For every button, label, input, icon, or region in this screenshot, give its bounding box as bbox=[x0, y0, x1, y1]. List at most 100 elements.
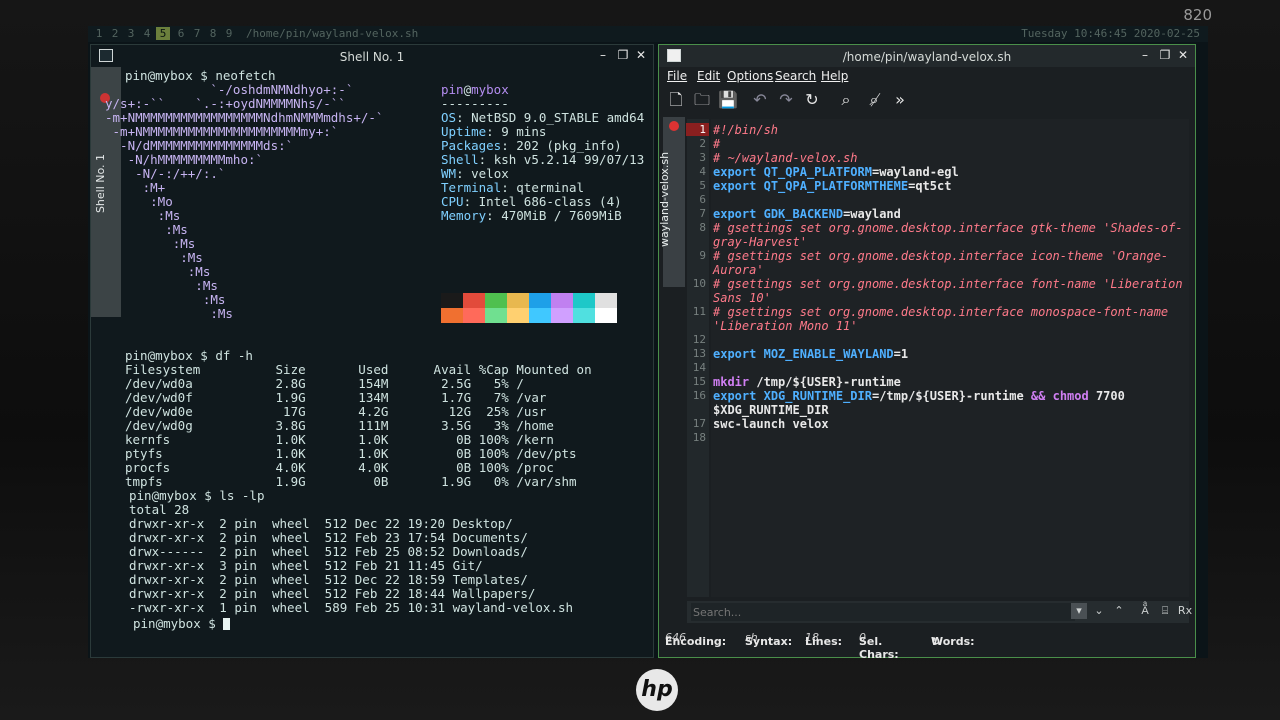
df-header: Filesystem Size Used Avail %Cap Mounted … bbox=[125, 362, 592, 377]
terminal-titlebar[interactable]: Shell No. 1 – ❐ ✕ bbox=[91, 45, 653, 67]
workspace-8[interactable]: 8 bbox=[206, 27, 220, 40]
regex-icon[interactable]: Rx bbox=[1177, 603, 1193, 619]
line-number: 8 bbox=[699, 221, 706, 234]
df-row: ptyfs 1.0K 1.0K 0B 100% /dev/pts bbox=[125, 446, 577, 461]
terminal-line: pin@mybox $ ls -lp bbox=[129, 488, 265, 503]
editor-title: /home/pin/wayland-velox.sh bbox=[842, 50, 1012, 64]
code-line: swc-launch velox bbox=[713, 417, 829, 431]
minimize-icon[interactable]: – bbox=[597, 49, 609, 61]
df-row: /dev/wd0f 1.9G 134M 1.7G 7% /var bbox=[125, 390, 547, 405]
model-number: 820 bbox=[1183, 6, 1212, 24]
palette-swatch bbox=[485, 308, 507, 323]
monitor-bezel: 820 1 2 3 4 5 6 7 8 9 /home/pin/wayland-… bbox=[0, 0, 1280, 720]
workspace-7[interactable]: 7 bbox=[190, 27, 204, 40]
ascii-art-line: :Ms bbox=[105, 292, 226, 307]
redo-icon[interactable]: ↷ bbox=[775, 89, 797, 111]
save-icon[interactable]: 💾 bbox=[717, 89, 739, 111]
menu-help[interactable]: Help bbox=[821, 69, 848, 83]
tab-close-icon[interactable] bbox=[669, 121, 679, 131]
workspace-6[interactable]: 6 bbox=[174, 27, 188, 40]
menu-search[interactable]: Search bbox=[775, 69, 816, 83]
status-lines: Lines: 18 bbox=[805, 631, 843, 648]
more-icon[interactable]: » bbox=[889, 89, 911, 111]
palette-swatch bbox=[551, 308, 573, 323]
status-bar: Encoding: 646 Syntax: sh Lines: 18 Sel. … bbox=[665, 631, 975, 658]
df-row: /dev/wd0e 17G 4.2G 12G 25% /usr bbox=[125, 404, 547, 419]
workspace-5[interactable]: 5 bbox=[156, 27, 170, 40]
palette-swatch bbox=[463, 308, 485, 323]
editor-window: /home/pin/wayland-velox.sh – ❐ ✕ File Ed… bbox=[658, 44, 1196, 658]
line-number: 2 bbox=[699, 137, 706, 150]
close-icon[interactable]: ✕ bbox=[1177, 49, 1189, 61]
code-line: export XDG_RUNTIME_DIR=/tmp/${USER}-runt… bbox=[713, 389, 1125, 403]
ls-row: -rwxr-xr-x 1 pin wheel 589 Feb 25 10:31 … bbox=[129, 600, 574, 615]
search-history-dropdown-icon[interactable]: ▾ bbox=[1071, 603, 1087, 619]
ascii-art-line: :Ms bbox=[105, 222, 188, 237]
terminal-prompt-line[interactable]: pin@mybox $ bbox=[133, 617, 231, 631]
line-number: 18 bbox=[692, 431, 706, 444]
line-number: 7 bbox=[699, 207, 706, 220]
find-replace-icon[interactable]: ⌕̸ bbox=[863, 89, 885, 111]
find-icon[interactable]: ⌕ bbox=[835, 89, 857, 111]
ascii-art-line: :Mo bbox=[105, 194, 173, 209]
code-line-wrap: 'Liberation Mono 11' bbox=[713, 319, 858, 333]
match-case-icon[interactable]: Aͣ bbox=[1137, 603, 1153, 619]
find-next-icon[interactable]: ⌄ bbox=[1091, 603, 1107, 619]
code-line: # gsettings set org.gnome.desktop.interf… bbox=[713, 277, 1183, 291]
palette-swatch bbox=[441, 308, 463, 323]
code-line: mkdir /tmp/${USER}-runtime bbox=[713, 375, 901, 389]
ls-row: drwxr-xr-x 2 pin wheel 512 Dec 22 18:59 … bbox=[129, 572, 528, 587]
neofetch-packages: Packages: 202 (pkg_info) bbox=[441, 138, 622, 153]
editor-titlebar[interactable]: /home/pin/wayland-velox.sh – ❐ ✕ bbox=[659, 45, 1195, 67]
workspace-3[interactable]: 3 bbox=[124, 27, 138, 40]
palette-swatch bbox=[463, 293, 485, 308]
neofetch-wm: WM: velox bbox=[441, 166, 509, 181]
line-number: 13 bbox=[692, 347, 706, 360]
ascii-art-line: :M+ bbox=[105, 180, 166, 195]
workspace-2[interactable]: 2 bbox=[108, 27, 122, 40]
status-encoding: Encoding: 646 bbox=[665, 631, 727, 648]
line-number: 1 bbox=[686, 123, 709, 136]
code-editor[interactable]: #!/bin/sh # # ~/wayland-velox.sh export … bbox=[711, 119, 1189, 597]
focused-window-title: /home/pin/wayland-velox.sh bbox=[246, 27, 419, 40]
menu-file[interactable]: File bbox=[667, 69, 687, 83]
reload-icon[interactable]: ↻ bbox=[801, 89, 823, 111]
editor-file-tab[interactable]: wayland-velox.sh bbox=[658, 117, 685, 287]
search-input[interactable] bbox=[691, 603, 1075, 621]
code-line: # ~/wayland-velox.sh bbox=[713, 151, 858, 165]
terminal-line: pin@mybox $ df -h bbox=[125, 348, 253, 363]
workspace-1[interactable]: 1 bbox=[92, 27, 106, 40]
neofetch-terminal: Terminal: qterminal bbox=[441, 180, 585, 195]
undo-icon[interactable]: ↶ bbox=[749, 89, 771, 111]
menu-options[interactable]: Options bbox=[727, 69, 773, 83]
refresh-count-icon[interactable]: ↻ bbox=[931, 635, 940, 648]
neofetch-shell: Shell: ksh v5.2.14 99/07/13 bbox=[441, 152, 645, 167]
line-number: 5 bbox=[699, 179, 706, 192]
minimize-icon[interactable]: – bbox=[1139, 49, 1151, 61]
code-line-wrap: $XDG_RUNTIME_DIR bbox=[713, 403, 829, 417]
ascii-art-line: :Ms bbox=[105, 306, 233, 321]
maximize-icon[interactable]: ❐ bbox=[617, 49, 629, 61]
code-line-wrap: gray-Harvest' bbox=[713, 235, 807, 249]
open-folder-icon[interactable]: 🗀 bbox=[691, 89, 713, 111]
workspace-9[interactable]: 9 bbox=[222, 27, 236, 40]
palette-swatch bbox=[507, 293, 529, 308]
new-file-icon[interactable]: 🗋 bbox=[665, 89, 687, 111]
palette-swatch bbox=[573, 308, 595, 323]
workspace-4[interactable]: 4 bbox=[140, 27, 154, 40]
terminal-output[interactable]: pin@mybox $ neofetch `-/oshdmNMNdhyo+:-`… bbox=[105, 67, 647, 655]
menu-edit[interactable]: Edit bbox=[697, 69, 720, 83]
line-number: 10 bbox=[692, 277, 706, 290]
find-previous-icon[interactable]: ⌃ bbox=[1111, 603, 1127, 619]
whole-word-icon[interactable]: ⌸ bbox=[1157, 603, 1173, 619]
close-icon[interactable]: ✕ bbox=[635, 49, 647, 61]
line-number: 15 bbox=[692, 375, 706, 388]
palette-swatch bbox=[485, 293, 507, 308]
line-number: 3 bbox=[699, 151, 706, 164]
ascii-art-line: :Ms bbox=[105, 208, 181, 223]
maximize-icon[interactable]: ❐ bbox=[1159, 49, 1171, 61]
neofetch-uptime: Uptime: 9 mins bbox=[441, 124, 547, 139]
toolbar: 🗋 🗀 💾 ↶ ↷ ↻ ⌕ ⌕̸ » bbox=[659, 87, 1195, 113]
line-number: 17 bbox=[692, 417, 706, 430]
df-row: kernfs 1.0K 1.0K 0B 100% /kern bbox=[125, 432, 554, 447]
